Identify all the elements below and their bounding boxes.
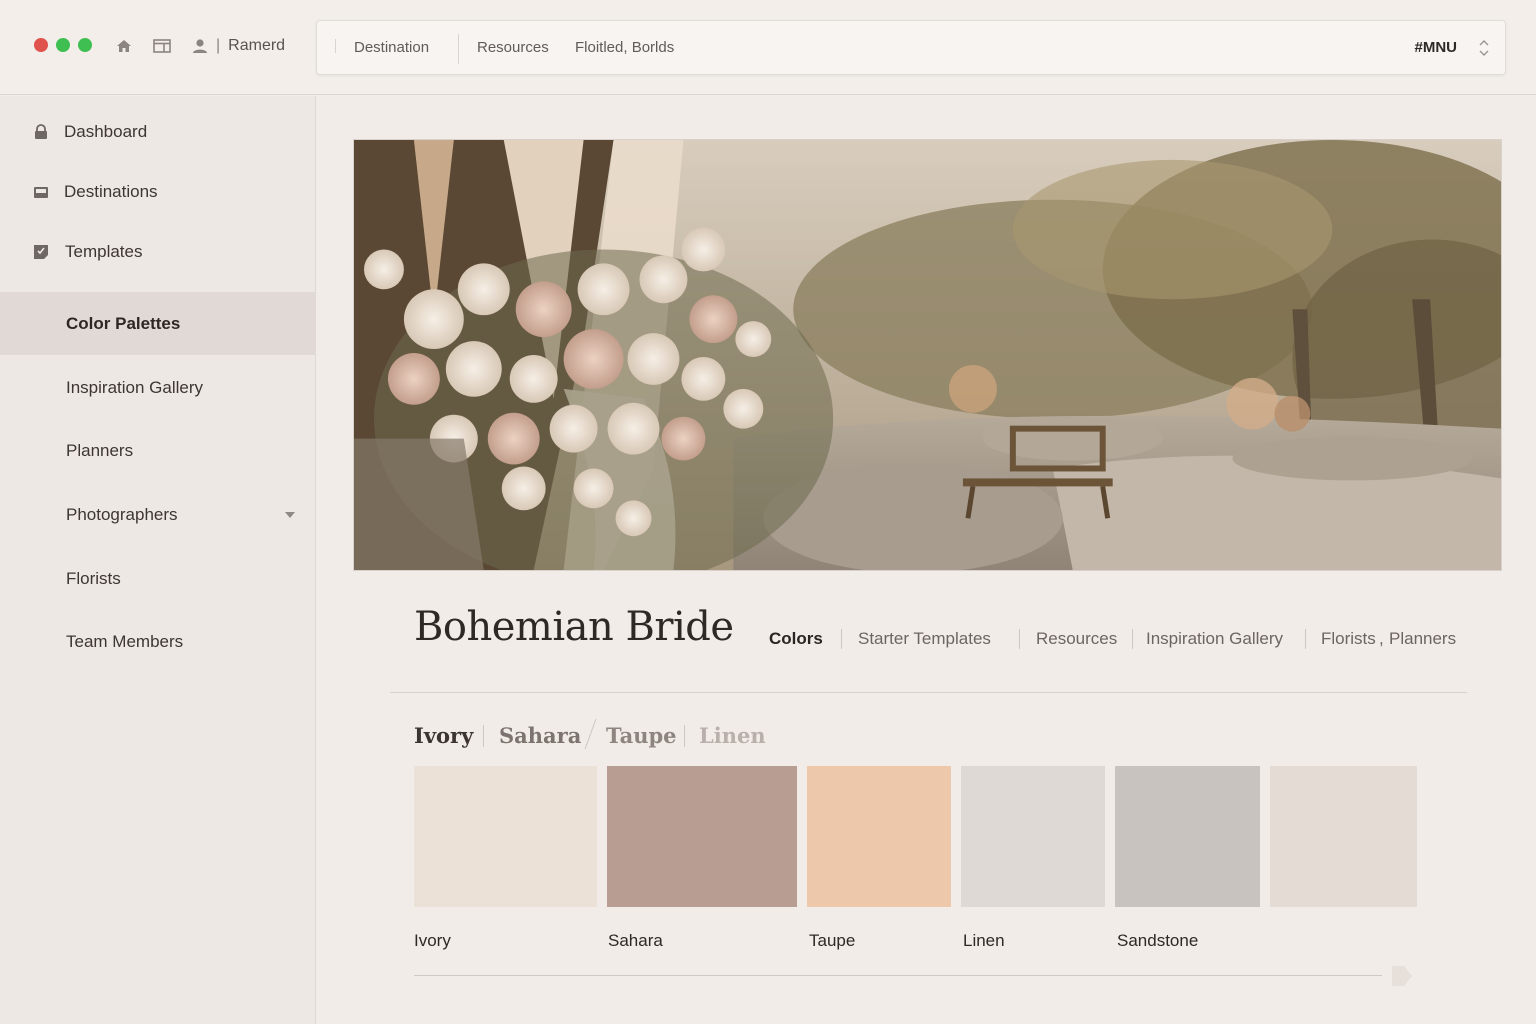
- sidebar-item-label: Florists: [66, 569, 121, 588]
- bohemian-garden-photo: [354, 140, 1501, 570]
- hero-image: [353, 139, 1502, 571]
- minimize-window-button[interactable]: [56, 38, 70, 52]
- subnav-divider: [841, 629, 842, 649]
- sidebar-item-dashboard[interactable]: Dashboard: [0, 102, 315, 162]
- tab-colors[interactable]: Colors: [769, 629, 823, 649]
- sidebar-item-label: Inspiration Gallery: [66, 378, 204, 397]
- subnav-comma: ,: [1379, 629, 1384, 648]
- palette-tab-divider: [483, 725, 484, 747]
- lock-icon: [32, 123, 50, 141]
- tab-planners[interactable]: Planners: [1389, 629, 1456, 649]
- arrow-right-icon[interactable]: [1390, 964, 1414, 988]
- sidebar-item-label: Templates: [65, 242, 143, 261]
- sidebar-item-florists[interactable]: Florists: [0, 549, 315, 609]
- sidebar-item-label: Photographers: [66, 505, 178, 524]
- tab-florists[interactable]: Florists: [1321, 629, 1376, 649]
- sidebar-item-team-members[interactable]: Team Members: [0, 612, 315, 672]
- user-separator: |: [216, 37, 221, 54]
- swatch-sandstone[interactable]: [1115, 766, 1260, 907]
- menu-button[interactable]: #MNU: [1414, 39, 1457, 56]
- palette-tab-taupe[interactable]: Taupe: [606, 723, 677, 748]
- tab-inspiration-gallery[interactable]: Inspiration Gallery: [1146, 629, 1283, 649]
- palette-tab-sahara[interactable]: Sahara: [499, 723, 581, 748]
- tab-starter-templates[interactable]: Starter Templates: [858, 629, 991, 649]
- home-icon[interactable]: [114, 36, 134, 56]
- tab-resources[interactable]: Resources: [1036, 629, 1117, 649]
- inbox-icon: [32, 183, 50, 201]
- sidebar: Dashboard Destinations Templates Color P…: [0, 96, 316, 1024]
- sidebar-item-label: Planners: [66, 441, 134, 460]
- palette-tab-divider: [684, 725, 685, 747]
- swatch-label: Taupe: [809, 931, 856, 950]
- nav-divider: [335, 39, 336, 53]
- user-icon[interactable]: [190, 36, 210, 56]
- palette-tab-ivory[interactable]: Ivory: [414, 723, 473, 748]
- chevron-down-icon[interactable]: [285, 512, 295, 518]
- swatch-extra[interactable]: [1270, 766, 1417, 907]
- user-name-label[interactable]: | Ramerd: [216, 37, 285, 55]
- swatch-label: Ivory: [414, 931, 451, 950]
- user-name: Ramerd: [228, 37, 286, 54]
- close-window-button[interactable]: [34, 38, 48, 52]
- subnav-divider: [1132, 629, 1133, 649]
- window-icon[interactable]: [152, 36, 172, 56]
- maximize-window-button[interactable]: [78, 38, 92, 52]
- nav-floitled-borlds[interactable]: Floitled, Borlds: [575, 39, 674, 56]
- swatch-ivory[interactable]: [414, 766, 597, 907]
- sidebar-item-label: Destinations: [64, 182, 158, 201]
- palette-tab-divider: [584, 718, 597, 750]
- top-navigation: Destination Resources Floitled, Borlds #…: [316, 20, 1506, 75]
- sidebar-item-label: Team Members: [66, 632, 184, 651]
- palette-tab-linen[interactable]: Linen: [699, 723, 766, 748]
- subnav-divider: [1305, 629, 1306, 649]
- nav-resources[interactable]: Resources: [477, 39, 549, 56]
- swatch-linen[interactable]: [961, 766, 1105, 907]
- section-divider: [390, 692, 1467, 693]
- swatch-sahara[interactable]: [607, 766, 797, 907]
- up-down-chevron-icon[interactable]: [1477, 36, 1491, 60]
- sidebar-item-label: Color Palettes: [66, 313, 181, 333]
- subnav-divider: [1019, 629, 1020, 649]
- nav-divider: [458, 34, 459, 64]
- sidebar-item-planners[interactable]: Planners: [0, 421, 315, 481]
- window-controls: [34, 38, 92, 52]
- sidebar-item-templates[interactable]: Templates: [0, 222, 315, 282]
- swatch-label: Sahara: [608, 931, 663, 950]
- sidebar-item-photographers[interactable]: Photographers: [0, 485, 315, 545]
- sidebar-item-label: Dashboard: [64, 122, 148, 141]
- palette-scroll-track: [414, 975, 1382, 976]
- sidebar-item-inspiration-gallery[interactable]: Inspiration Gallery: [0, 358, 315, 418]
- template-icon: [32, 243, 50, 261]
- swatch-label: Sandstone: [1117, 931, 1199, 950]
- nav-destination[interactable]: Destination: [354, 39, 429, 56]
- sidebar-item-color-palettes[interactable]: Color Palettes: [0, 292, 315, 355]
- swatch-label: Linen: [963, 931, 1005, 950]
- swatch-taupe[interactable]: [807, 766, 951, 907]
- page-title: Bohemian Bride: [414, 604, 734, 650]
- top-bar: | Ramerd Destination Resources Floitled, …: [0, 0, 1536, 95]
- sidebar-item-destinations[interactable]: Destinations: [0, 162, 315, 222]
